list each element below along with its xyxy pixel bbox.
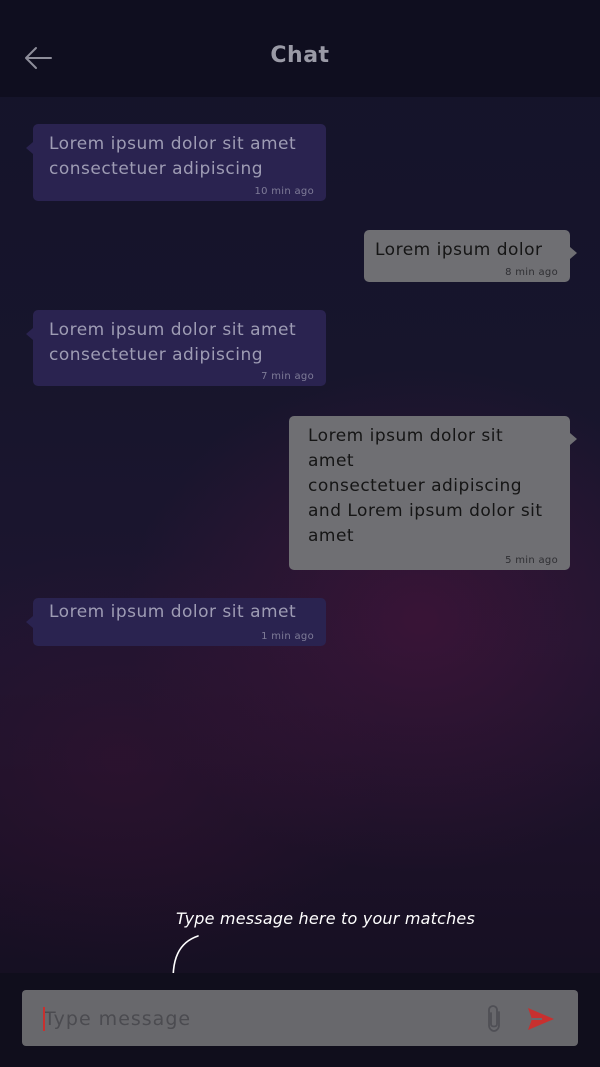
message-time: 7 min ago bbox=[261, 371, 314, 382]
message-time: 5 min ago bbox=[505, 555, 558, 566]
hint-annotation: Type message here to your matches bbox=[176, 909, 476, 928]
message-outgoing[interactable]: Lorem ipsum dolor sit amet consectetuer … bbox=[289, 416, 577, 570]
message-text: Lorem ipsum dolor sit amet consectetuer … bbox=[308, 426, 543, 546]
message-outgoing[interactable]: Lorem ipsum dolor 8 min ago bbox=[364, 230, 577, 282]
attach-button[interactable] bbox=[482, 1004, 508, 1034]
text-cursor bbox=[43, 1007, 45, 1031]
message-incoming[interactable]: Lorem ipsum dolor sit amet 1 min ago bbox=[26, 598, 326, 646]
message-incoming[interactable]: Lorem ipsum dolor sit amet consectetuer … bbox=[26, 310, 326, 386]
message-time: 1 min ago bbox=[261, 631, 314, 642]
message-text: Lorem ipsum dolor sit amet bbox=[49, 602, 297, 622]
message-incoming[interactable]: Lorem ipsum dolor sit amet consectetuer … bbox=[26, 124, 326, 201]
send-button[interactable] bbox=[526, 1006, 556, 1032]
message-time: 10 min ago bbox=[254, 186, 314, 197]
message-text: Lorem ipsum dolor sit amet consectetuer … bbox=[49, 134, 297, 179]
app-header: Chat bbox=[0, 0, 600, 97]
message-input[interactable] bbox=[42, 1000, 466, 1038]
message-time: 8 min ago bbox=[505, 267, 558, 278]
send-icon bbox=[528, 1008, 554, 1030]
message-text: Lorem ipsum dolor bbox=[375, 240, 543, 260]
message-text: Lorem ipsum dolor sit amet consectetuer … bbox=[49, 320, 297, 365]
paperclip-icon bbox=[488, 1005, 500, 1032]
page-title: Chat bbox=[270, 43, 330, 68]
